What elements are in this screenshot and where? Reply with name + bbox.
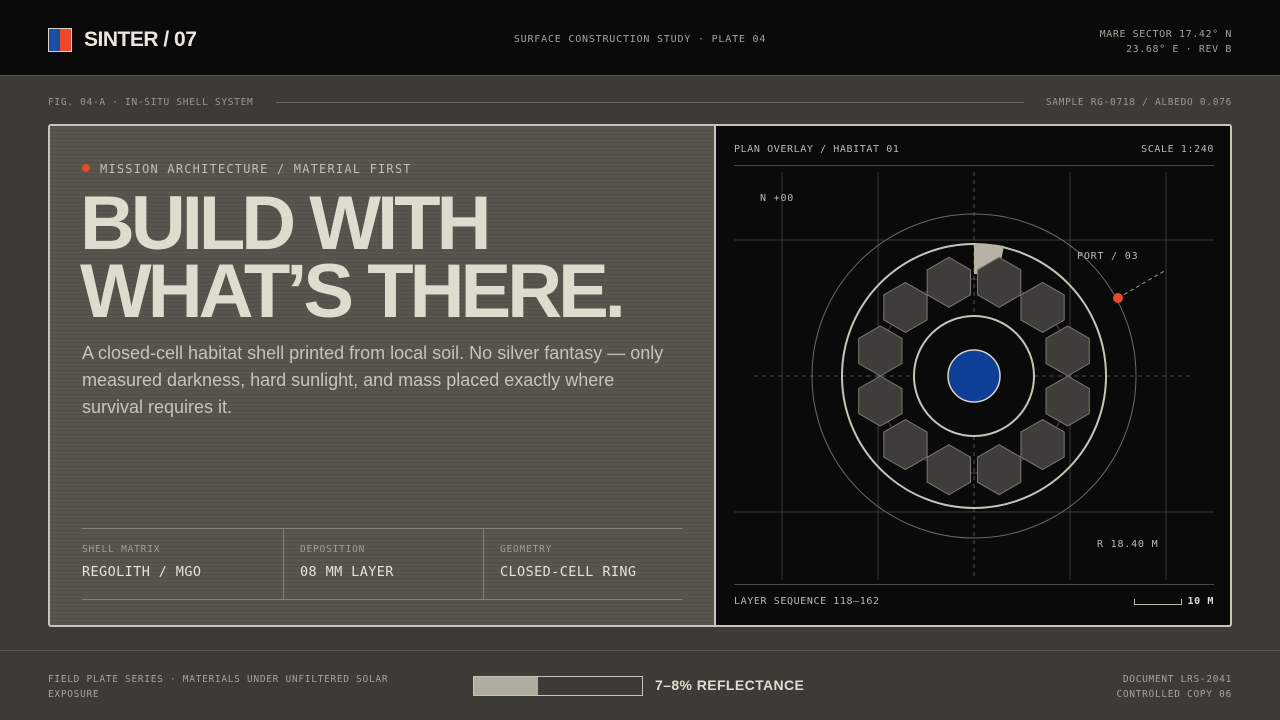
figure-caption-row: FIG. 04-A · IN-SITU SHELL SYSTEM SAMPLE … <box>48 97 1232 109</box>
coords-line-1: MARE SECTOR 17.42° N <box>1099 29 1232 40</box>
footer-divider <box>0 650 1280 651</box>
spec-table: SHELL MATRIX REGOLITH / MGO DEPOSITION 0… <box>82 528 683 600</box>
spec-value: REGOLITH / MGO <box>82 564 202 580</box>
scale-bar-label: 10 M <box>1187 596 1214 607</box>
habitat-cell <box>977 444 1022 496</box>
document-id: DOCUMENT LRS-2041 <box>1122 674 1232 685</box>
port-label: PORT / 03 <box>1077 251 1138 262</box>
radius-label: R 18.40 M <box>1097 539 1158 550</box>
habitat-cell <box>926 444 971 496</box>
series-note: FIELD PLATE SERIES · MATERIALS UNDER UNF… <box>48 674 389 700</box>
coords-line-2: 23.68° E · REV B <box>1126 44 1232 55</box>
habitat-cell <box>858 325 903 377</box>
plan-footer: LAYER SEQUENCE 118–162 10 M <box>734 584 1214 608</box>
sector-coordinates: MARE SECTOR 17.42° N 23.68° E · REV B <box>1100 27 1232 57</box>
spec-value: CLOSED-CELL RING <box>500 564 637 580</box>
habitat-cell <box>926 256 971 308</box>
habitat-cell <box>883 419 928 471</box>
status-dot-icon <box>82 164 90 172</box>
headline: BUILD WITH WHAT’S THERE. <box>80 181 626 334</box>
hero-pane: MISSION ARCHITECTURE / MATERIAL FIRST BU… <box>50 126 716 625</box>
plan-pane: PLAN OVERLAY / HABITAT 01 SCALE 1:240 N … <box>718 126 1230 625</box>
caption-divider <box>276 102 1024 103</box>
plan-overlay-diagram: N +00 PORT / 03 R 18.40 M <box>734 172 1214 580</box>
eyebrow: MISSION ARCHITECTURE / MATERIAL FIRST <box>82 162 412 176</box>
plan-header: PLAN OVERLAY / HABITAT 01 SCALE 1:240 <box>734 144 1214 166</box>
top-bar: SINTER / 07 SURFACE CONSTRUCTION STUDY ·… <box>0 0 1280 76</box>
habitat-cell <box>1020 281 1065 333</box>
layer-sequence: LAYER SEQUENCE 118–162 <box>734 596 880 607</box>
plate-title: SURFACE CONSTRUCTION STUDY · PLATE 04 <box>513 34 767 45</box>
copy-number: CONTROLLED COPY 06 <box>1116 689 1232 700</box>
habitat-cell <box>858 375 903 427</box>
spec-value: 08 MM LAYER <box>300 564 394 580</box>
reflectance-meter-fill <box>474 677 538 695</box>
plan-title: PLAN OVERLAY / HABITAT 01 <box>734 144 900 155</box>
reflectance-meter <box>473 676 643 696</box>
spec-shell-matrix: SHELL MATRIX REGOLITH / MGO <box>82 529 283 599</box>
spec-label: SHELL MATRIX <box>82 544 161 555</box>
habitat-core <box>947 349 1001 403</box>
habitat-cell <box>1045 375 1090 427</box>
habitat-cell <box>883 281 928 333</box>
port-marker-icon <box>1113 293 1123 303</box>
reflectance-label: 7–8% REFLECTANCE <box>655 677 805 693</box>
spec-deposition: DEPOSITION 08 MM LAYER <box>283 529 483 599</box>
habitat-cell <box>1020 419 1065 471</box>
sample-caption: SAMPLE RG-0718 / ALBEDO 0.076 <box>1045 97 1232 108</box>
habitat-cell <box>1045 325 1090 377</box>
port-leader-line <box>1117 269 1167 299</box>
headline-line-2: WHAT’S THERE. <box>80 249 626 334</box>
spec-label: GEOMETRY <box>500 544 553 555</box>
lede-paragraph: A closed-cell habitat shell printed from… <box>82 343 664 417</box>
headline-line-1: BUILD WITH <box>80 181 491 266</box>
document-info: DOCUMENT LRS-2041 CONTROLLED COPY 06 <box>1116 672 1232 702</box>
scale-bar-icon <box>1134 599 1182 605</box>
spec-label: DEPOSITION <box>300 544 366 555</box>
main-panel: MISSION ARCHITECTURE / MATERIAL FIRST BU… <box>48 124 1232 627</box>
north-label: N +00 <box>760 193 794 204</box>
eyebrow-text: MISSION ARCHITECTURE / MATERIAL FIRST <box>100 162 412 176</box>
figure-caption: FIG. 04-A · IN-SITU SHELL SYSTEM <box>48 97 254 108</box>
plan-scale: SCALE 1:240 <box>1141 144 1214 155</box>
spec-geometry: GEOMETRY CLOSED-CELL RING <box>483 529 683 599</box>
